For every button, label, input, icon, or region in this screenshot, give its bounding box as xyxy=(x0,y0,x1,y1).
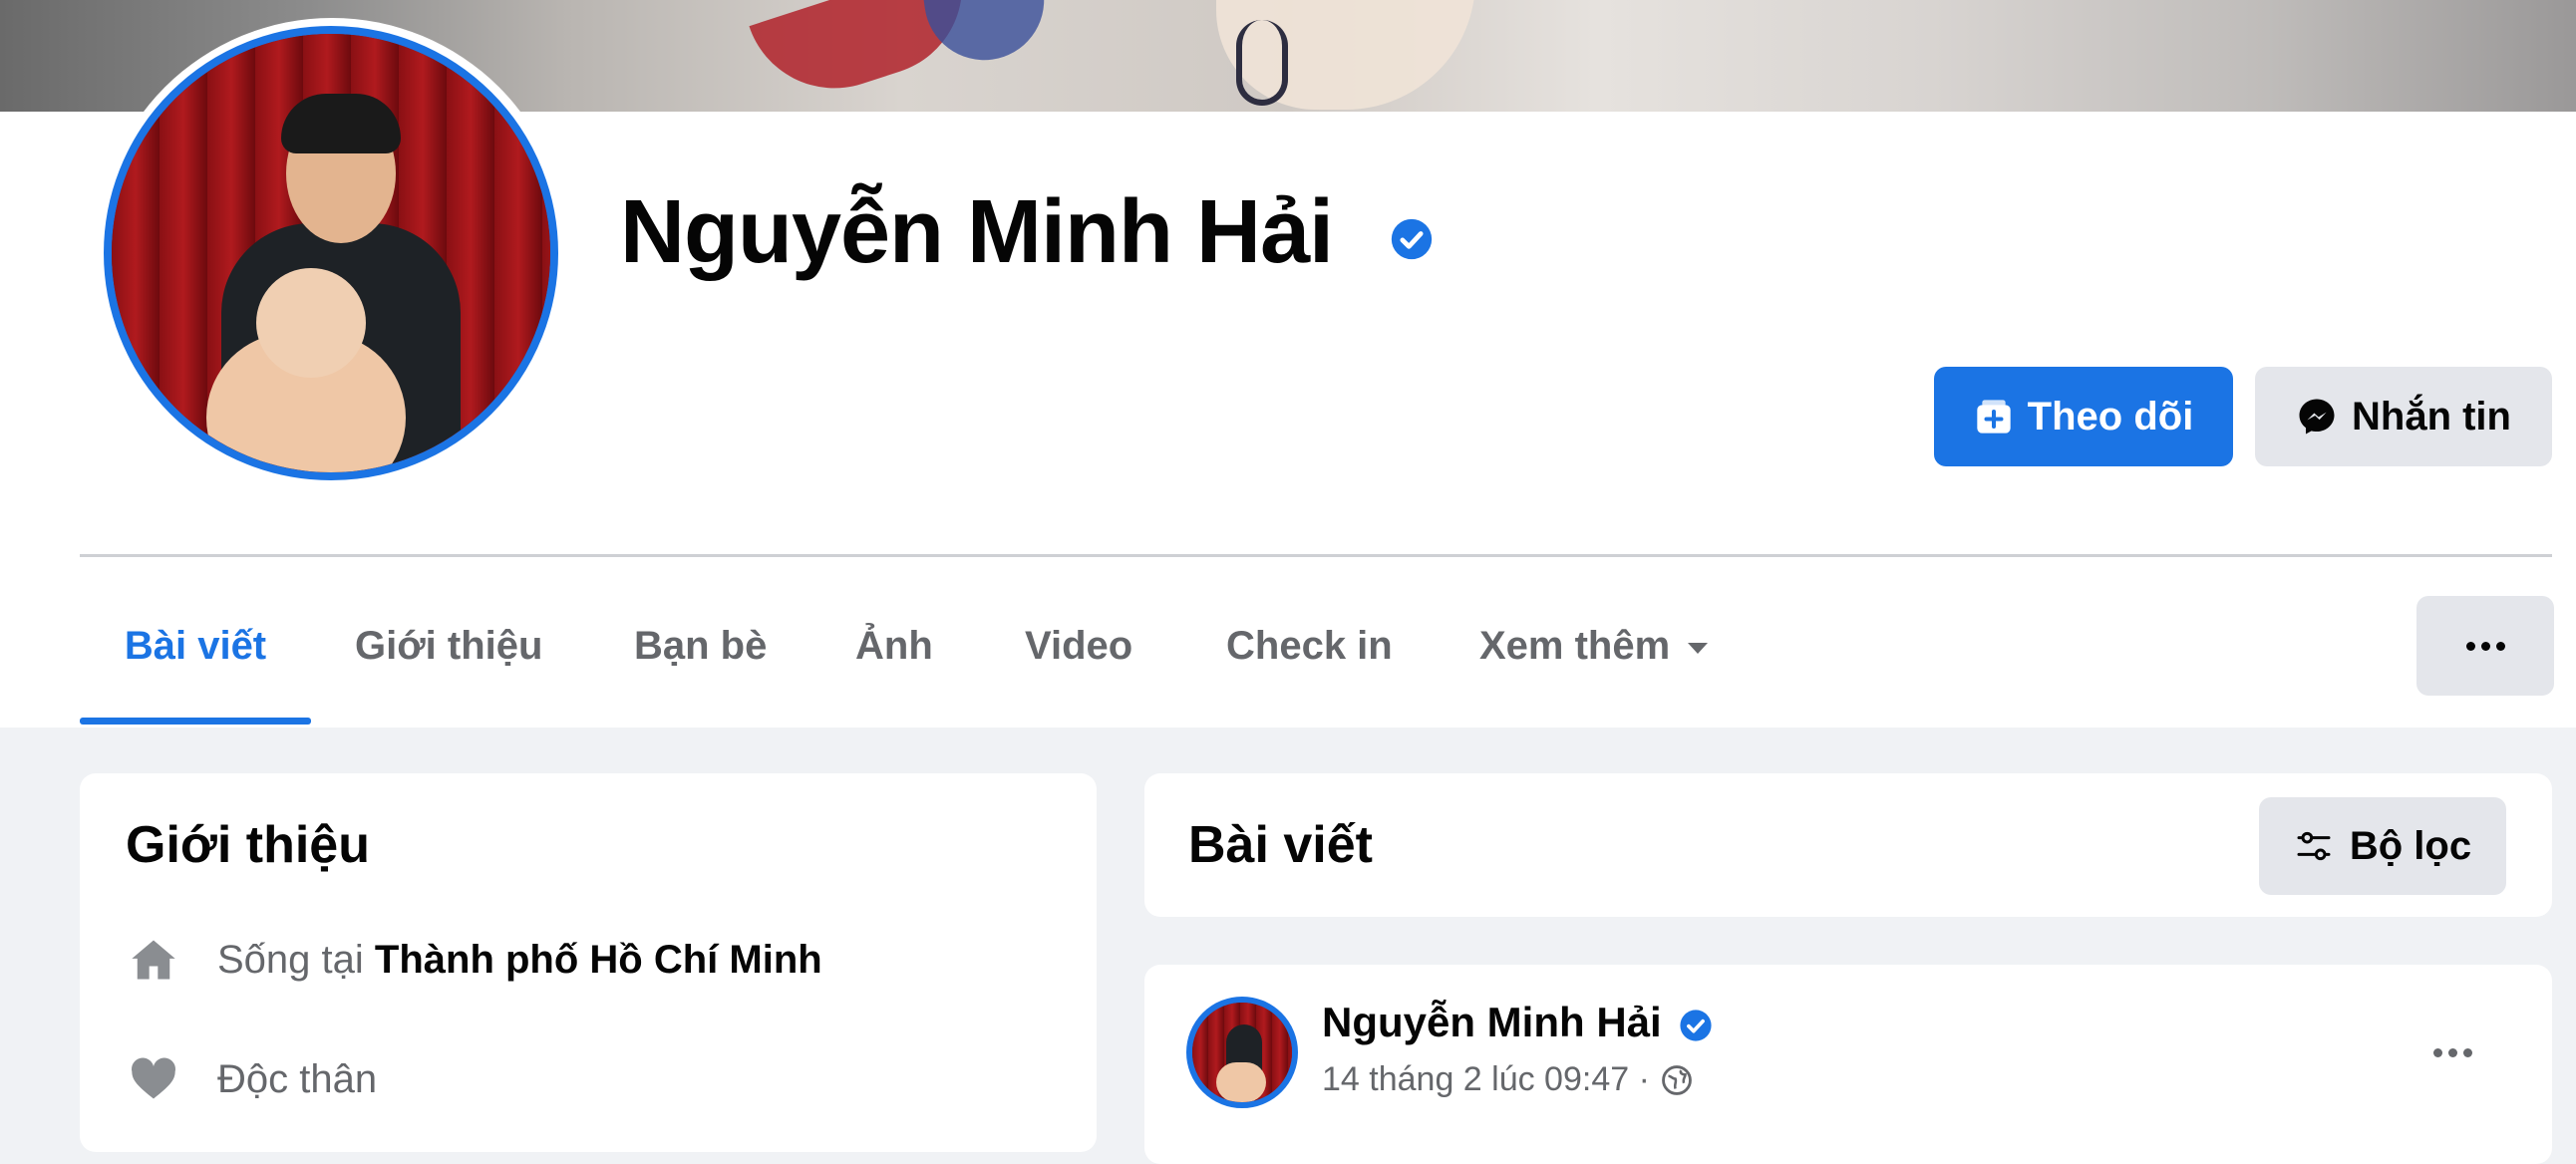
tab-checkin[interactable]: Check in xyxy=(1226,606,1393,686)
filter-button-label: Bộ lọc xyxy=(2349,823,2472,868)
tab-photos[interactable]: Ảnh xyxy=(855,606,933,686)
intro-relationship: Độc thân xyxy=(126,1048,377,1110)
tab-more-label: Xem thêm xyxy=(1479,623,1671,668)
filter-icon xyxy=(2297,831,2331,861)
lives-prefix: Sống tại xyxy=(217,937,364,982)
messenger-icon xyxy=(2299,399,2335,435)
active-tab-indicator xyxy=(80,718,311,725)
header-divider xyxy=(80,554,2552,557)
follow-button-label: Theo dõi xyxy=(2027,394,2194,438)
post-meta: 14 tháng 2 lúc 09:47 · xyxy=(1322,1060,1694,1099)
follow-button[interactable]: Theo dõi xyxy=(1934,367,2233,466)
profile-name: Nguyễn Minh Hải xyxy=(620,182,1334,282)
verified-badge-icon xyxy=(1680,1010,1712,1041)
verified-badge-icon xyxy=(1391,218,1433,260)
ellipsis-icon xyxy=(2465,641,2505,651)
avatar-figure xyxy=(281,94,401,153)
caret-down-icon xyxy=(1688,642,1709,654)
intro-title: Giới thiệu xyxy=(126,816,370,874)
message-button[interactable]: Nhắn tin xyxy=(2255,367,2552,466)
home-icon xyxy=(126,932,181,988)
post-timestamp[interactable]: 14 tháng 2 lúc 09:47 · xyxy=(1322,1060,1650,1099)
tab-more[interactable]: Xem thêm xyxy=(1479,606,1709,686)
tab-video[interactable]: Video xyxy=(1025,606,1132,686)
relationship-status: Độc thân xyxy=(217,1056,378,1101)
ellipsis-icon xyxy=(2432,1047,2472,1057)
lives-place-link[interactable]: Thành phố Hồ Chí Minh xyxy=(375,938,822,983)
avatar-figure xyxy=(256,268,366,378)
globe-icon xyxy=(1662,1064,1692,1095)
intro-lives-in: Sống tại Thành phố Hồ Chí Minh xyxy=(126,929,822,991)
cover-shape xyxy=(922,0,1052,68)
post-author-avatar[interactable] xyxy=(1186,997,1298,1108)
tab-posts[interactable]: Bài viết xyxy=(80,606,311,686)
cover-shape xyxy=(1236,20,1288,106)
follow-icon xyxy=(1977,400,2011,434)
post-author-name[interactable]: Nguyễn Minh Hải xyxy=(1322,999,1662,1046)
post-options-button[interactable] xyxy=(2411,1017,2494,1088)
heart-icon xyxy=(126,1051,181,1107)
tab-friends[interactable]: Bạn bè xyxy=(634,606,767,686)
profile-avatar[interactable] xyxy=(104,26,558,480)
more-options-button[interactable] xyxy=(2416,596,2554,696)
message-button-label: Nhắn tin xyxy=(2352,394,2511,438)
posts-title: Bài viết xyxy=(1188,816,1373,874)
avatar-figure xyxy=(1216,1062,1266,1102)
filter-button[interactable]: Bộ lọc xyxy=(2259,797,2506,895)
tab-about[interactable]: Giới thiệu xyxy=(355,606,542,686)
